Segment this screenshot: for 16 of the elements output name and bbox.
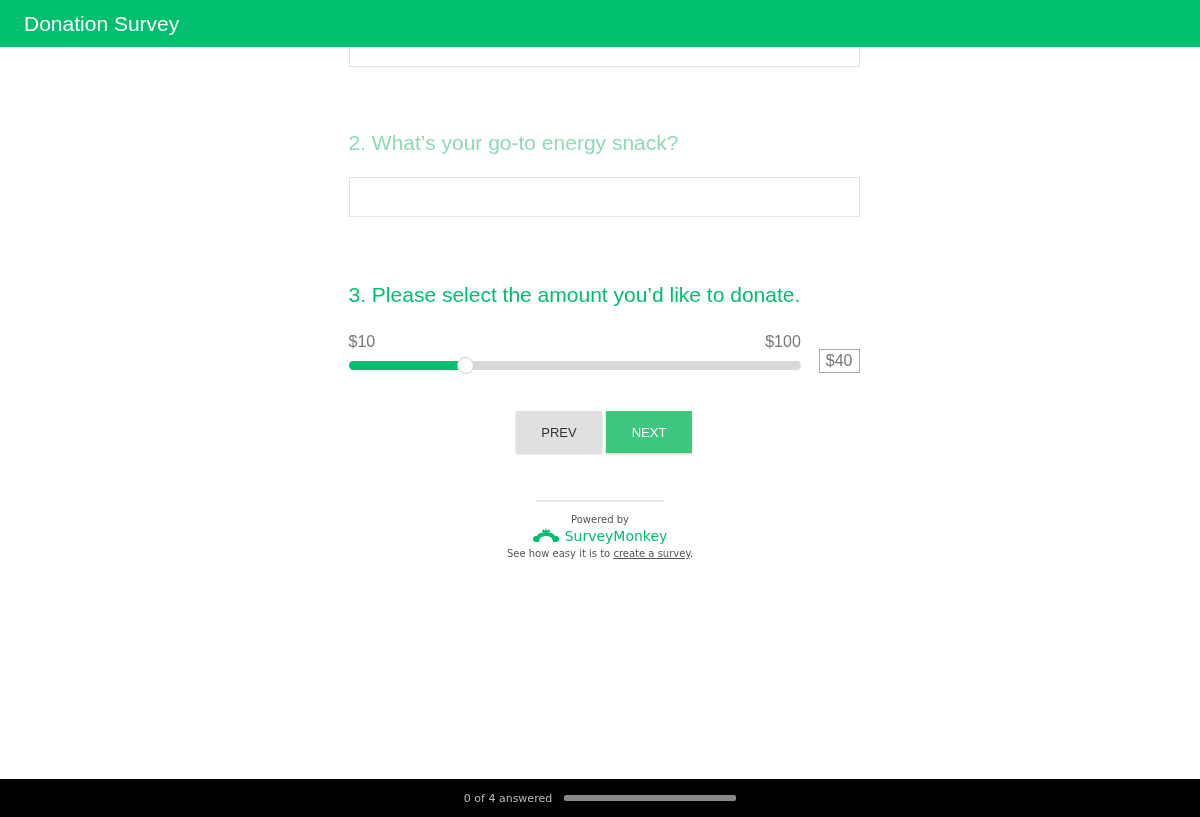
min-label: $10 xyxy=(348,333,376,351)
brand-name: SurveyMonkey xyxy=(564,528,668,544)
answer-field[interactable] xyxy=(348,177,860,217)
slider-value: $40 xyxy=(818,349,860,373)
powered-by-text: Powered by xyxy=(571,514,629,525)
prev-button[interactable]: PREV xyxy=(516,411,602,453)
create-survey-text: See how easy it is to create a survey. xyxy=(506,548,694,559)
create-survey-link[interactable]: create a survey xyxy=(613,548,690,559)
monkey-logo-icon xyxy=(532,528,559,544)
answer-field[interactable] xyxy=(348,47,860,67)
max-label: $100 xyxy=(765,333,801,351)
survey-title: Donation Survey xyxy=(24,11,180,36)
progress-label: 0 of 4 answered xyxy=(463,791,553,805)
question-title: 2. What’s your go-to energy snack? xyxy=(348,131,680,155)
slider-thumb[interactable] xyxy=(457,357,475,374)
question-title: 3. Please select the amount you’d like to donate. xyxy=(348,283,802,307)
